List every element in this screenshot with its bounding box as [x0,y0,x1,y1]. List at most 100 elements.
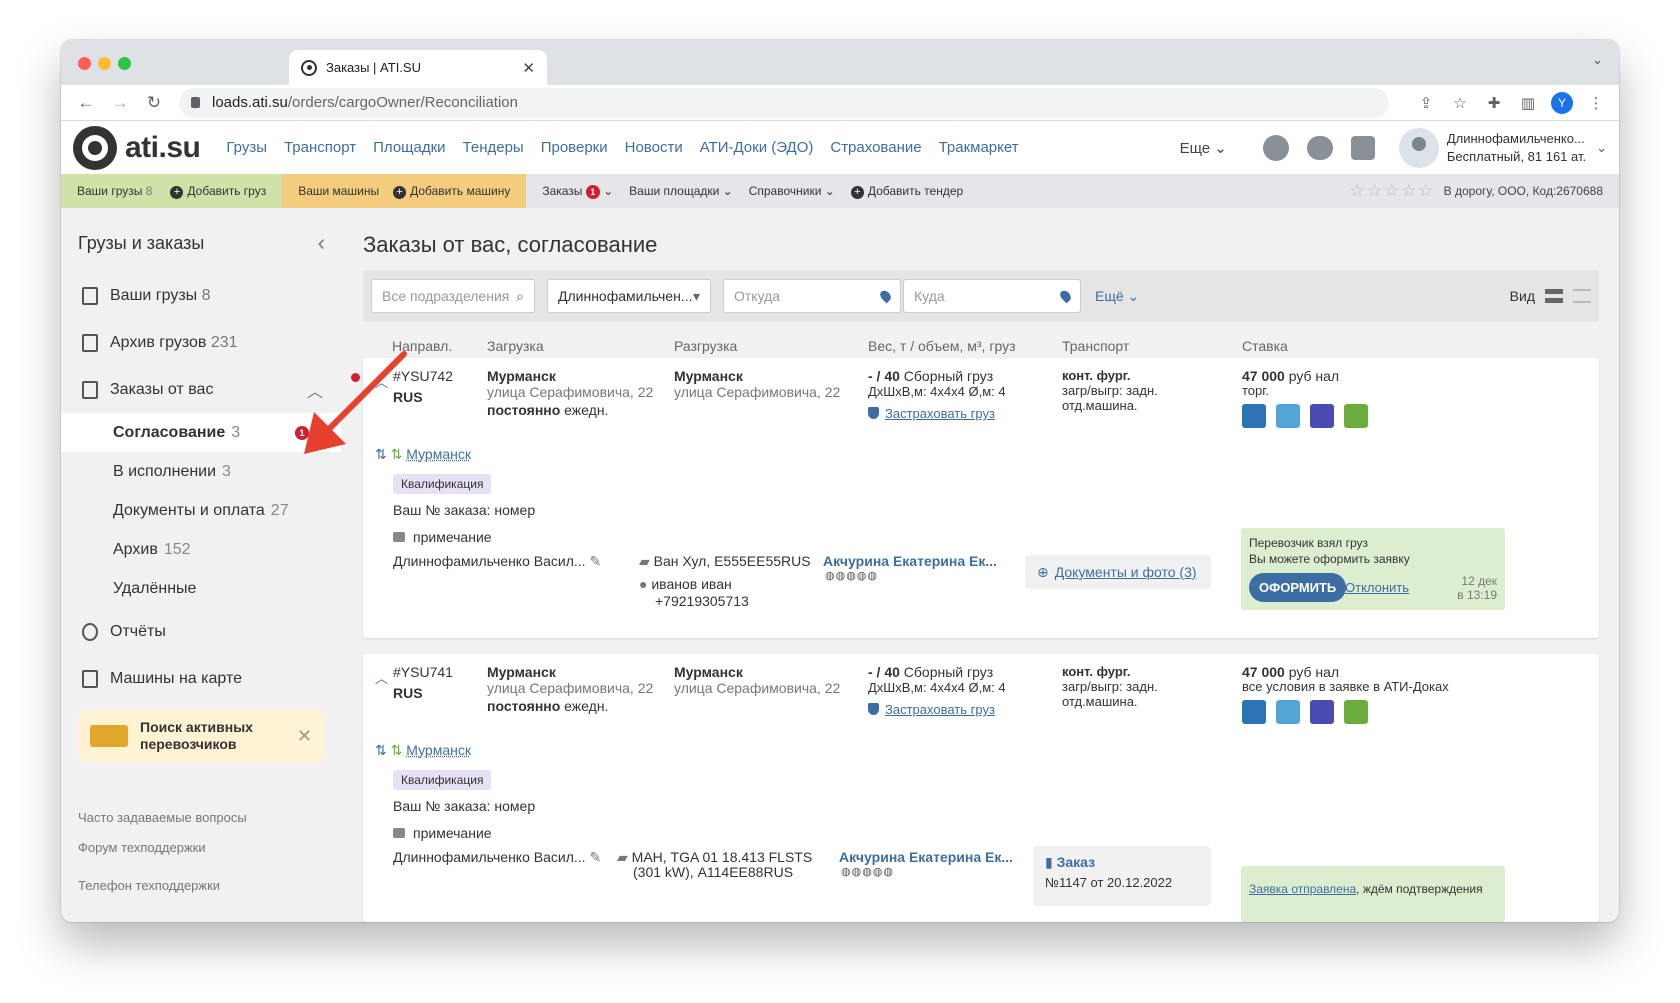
browser-tab[interactable]: Заказы | ATI.SU ✕ [289,50,547,85]
tab-search-chevron-icon[interactable]: ⌄ [1592,52,1603,68]
nav-insurance[interactable]: Страхование [830,139,921,156]
order-owner[interactable]: Длиннофамильченко Васил... ✎ [393,849,601,866]
divisions-search-input[interactable]: Все подразделения ⌕ [371,279,535,313]
collapse-sidebar-icon[interactable]: ‹ [318,230,325,256]
minimize-window-button[interactable] [98,57,111,70]
forward-arrow-icon[interactable]: → [107,93,133,113]
shield-check-icon[interactable] [1344,404,1368,428]
rating-stars[interactable]: ☆☆☆☆☆ [1349,181,1435,201]
add-truck-button[interactable]: + Добавить машину [393,184,510,199]
col-rate[interactable]: Ставка [1242,338,1288,354]
order-card[interactable]: ︿ #YSU741 RUS Мурманск улица Серафимович… [363,654,1599,922]
your-trucks-link[interactable]: Ваши машины [298,184,379,198]
order-owner[interactable]: Длиннофамильченко Васил... ✎ [393,553,601,570]
side-panel-icon[interactable]: ▥ [1517,94,1539,112]
user-check-icon[interactable] [1262,134,1289,161]
nav-tenders[interactable]: Тендеры [463,139,524,156]
unload-city[interactable]: Мурманск [674,664,743,680]
maximize-window-button[interactable] [118,57,131,70]
load-city[interactable]: Мурманск [487,664,556,680]
col-loading[interactable]: Загрузка [487,338,544,354]
nav-trackmarket[interactable]: Тракмаркет [939,139,1019,156]
copy-icon[interactable] [1276,700,1300,724]
pencil-icon[interactable]: ✎ [589,553,601,569]
forum-link[interactable]: Форум техподдержки [61,840,341,858]
add-tender-button[interactable]: + Добавить тендер [850,184,963,199]
qualification-tag[interactable]: Квалификация [393,770,492,790]
kebab-menu-icon[interactable]: ⋮ [1585,94,1607,112]
shield-check-icon[interactable] [1344,700,1368,724]
sidebar-item-map[interactable]: Машины на карте [61,655,341,702]
sidebar-item-reports[interactable]: Отчёты [61,608,341,655]
insure-link[interactable]: Застраховать груз [868,406,995,421]
nav-transport[interactable]: Транспорт [284,139,356,156]
order-id[interactable]: #YSU741 [393,664,453,680]
order-card[interactable]: ︿ #YSU742 RUS Мурманск улица Серафимович… [351,358,1599,638]
col-transport[interactable]: Транспорт [1062,338,1129,354]
collapse-order-icon[interactable]: ︿ [375,668,388,687]
nav-checks[interactable]: Проверки [541,139,608,156]
to-input[interactable]: Куда [903,279,1081,313]
documents-photos-button[interactable]: ⊕ Документы и фото (3) [1025,555,1211,589]
chat-icon[interactable] [1242,404,1266,428]
user-select[interactable]: Длиннофамильчен... ▾ [547,279,711,313]
sidebar-item-your-orders[interactable]: Заказы от вас ︿ [61,366,341,413]
back-arrow-icon[interactable]: ← [73,93,99,113]
add-cargo-button[interactable]: + Добавить груз [170,184,266,199]
faq-link[interactable]: Часто задаваемые вопросы [61,810,341,828]
history-icon[interactable] [1310,700,1334,724]
carrier-link[interactable]: Акчурина Екатерина Ек... [839,849,1013,865]
order-document[interactable]: ▮ Заказ №1147 от 20.12.2022 [1033,846,1211,906]
extensions-puzzle-icon[interactable]: ✚ [1483,94,1505,112]
sidebar-subitem-archive[interactable]: Архив 152 [61,530,341,569]
bookmark-star-icon[interactable]: ☆ [1449,94,1471,112]
history-icon[interactable] [1310,404,1334,428]
profile-avatar[interactable]: Y [1551,91,1573,114]
ati-logo[interactable]: ati.su [73,125,201,170]
unload-city[interactable]: Мурманск [674,368,743,384]
nav-sites[interactable]: Площадки [373,139,445,156]
sidebar-subitem-docs-payment[interactable]: Документы и оплата 27 [61,491,341,530]
megaphone-icon[interactable] [1350,135,1375,160]
request-sent-link[interactable]: Заявка отправлена [1249,882,1356,896]
company-info[interactable]: В дорогу, ООО, Код:2670688 [1444,184,1603,198]
carrier-link[interactable]: Акчурина Екатерина Ек... [823,553,997,569]
user-profile-menu[interactable]: Длиннофамильченко... Бесплатный, 81 161 … [1398,127,1607,168]
route-link[interactable]: ⇅ ⇅ Мурманск [375,742,471,759]
issue-order-button[interactable]: ОФОРМИТЬ [1249,573,1347,602]
close-window-button[interactable] [78,57,91,70]
close-tab-icon[interactable]: ✕ [522,59,535,77]
active-carriers-promo[interactable]: Поиск активных перевозчиков ✕ [78,710,324,762]
reload-icon[interactable]: ↻ [141,93,167,113]
sidebar-item-cargo-archive[interactable]: Архив грузов 231 [61,319,341,366]
col-weight[interactable]: Вес, т / объем, м³, груз [868,338,1016,354]
pencil-icon[interactable]: ✎ [589,849,601,865]
nav-news[interactable]: Новости [625,139,683,156]
from-input[interactable]: Откуда [723,279,901,313]
list-view-icon[interactable] [1573,289,1591,303]
sidebar-subitem-reconciliation[interactable]: Согласование 3 1 [61,413,341,452]
nav-ati-docs[interactable]: АТИ-Доки (ЭДО) [700,139,814,156]
copy-icon[interactable] [1276,404,1300,428]
your-sites-dropdown[interactable]: Ваши площадки ⌄ [629,184,733,198]
col-unloading[interactable]: Разгрузка [674,338,737,354]
nav-cargo[interactable]: Грузы [226,139,267,156]
load-city[interactable]: Мурманск [487,368,556,384]
card-view-icon[interactable] [1545,289,1563,303]
your-cargo-link[interactable]: Ваши грузы 8 [77,184,152,198]
chat-bubbles-icon[interactable] [1306,135,1333,160]
chat-icon[interactable] [1242,700,1266,724]
sidebar-subitem-in-progress[interactable]: В исполнении 3 [61,452,341,491]
support-phone-link[interactable]: Телефон техподдержки [61,878,341,896]
share-icon[interactable]: ⇪ [1415,94,1437,112]
more-filters-dropdown[interactable]: Ещё ⌄ [1095,288,1139,305]
directories-dropdown[interactable]: Справочники ⌄ [749,184,835,198]
sidebar-item-your-cargo[interactable]: Ваши грузы 8 [61,272,341,319]
close-promo-icon[interactable]: ✕ [297,727,312,745]
insure-link[interactable]: Застраховать груз [868,702,995,717]
qualification-tag[interactable]: Квалификация [393,474,492,494]
address-bar[interactable]: loads.ati.su/orders/cargoOwner/Reconcili… [179,87,1389,118]
sidebar-subitem-deleted[interactable]: Удалённые [61,569,341,608]
decline-link[interactable]: Отклонить [1345,580,1409,595]
nav-more-dropdown[interactable]: Еще ⌄ [1180,139,1227,157]
